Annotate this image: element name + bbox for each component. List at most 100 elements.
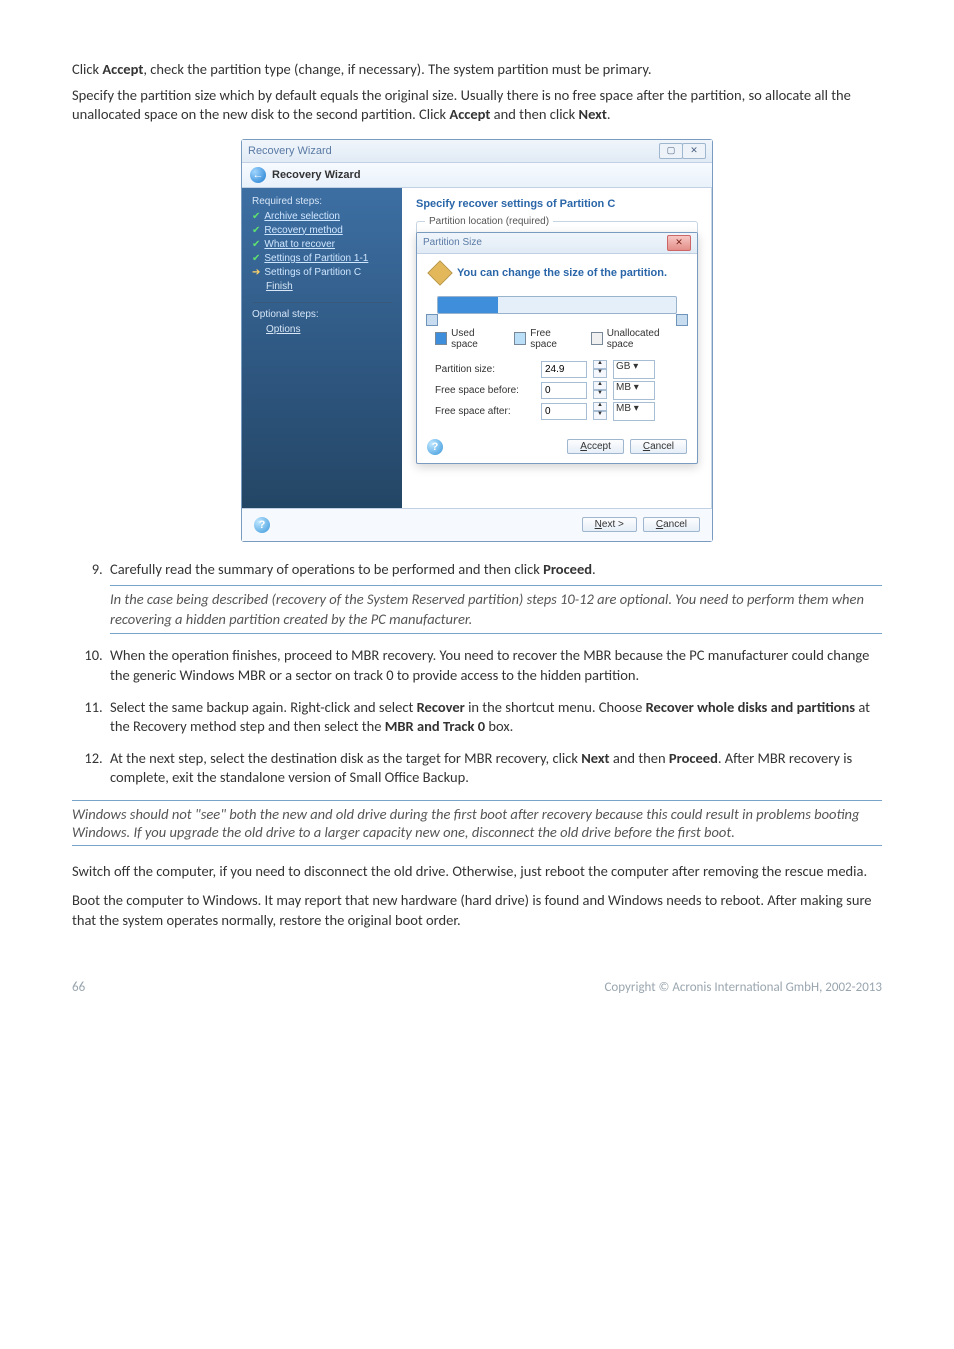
field-label: Free space before:	[435, 385, 535, 396]
dialog-title: Partition Size	[423, 237, 482, 248]
wizard-footer: ? Next > Cancel	[242, 508, 712, 541]
sidebar-item-archive[interactable]: ✔ Archive selection	[252, 211, 392, 222]
accept-button[interactable]: Accept	[567, 439, 624, 454]
recovery-wizard-window: Recovery Wizard ▢ ✕ ← Recovery Wizard Re…	[241, 139, 713, 542]
text: and then click	[490, 105, 578, 123]
spinner[interactable]: ▲▼	[593, 381, 607, 399]
field-label: Free space after:	[435, 406, 535, 417]
dialog-titlebar: Partition Size ✕	[417, 233, 697, 254]
arrow-icon: ➔	[252, 267, 260, 278]
partition-size-dialog: Partition Size ✕ You can change the size…	[416, 232, 698, 464]
check-icon: ✔	[252, 211, 260, 222]
swatch-icon	[591, 332, 603, 345]
dialog-message-text: You can change the size of the partition…	[457, 267, 667, 279]
check-icon: ✔	[252, 239, 260, 250]
sidebar-item-method[interactable]: ✔ Recovery method	[252, 225, 392, 236]
swatch-icon	[435, 332, 447, 345]
text: Select the same backup again. Right-clic…	[110, 698, 417, 716]
check-icon: ✔	[252, 253, 260, 264]
unit-dropdown[interactable]: MB ▾	[613, 402, 655, 421]
text: .	[592, 560, 596, 578]
instruction-list: Carefully read the summary of operations…	[72, 560, 882, 788]
intro-paragraph-1: Click Accept, check the partition type (…	[72, 60, 882, 80]
wizard-sidebar: Required steps: ✔ Archive selection ✔ Reco…	[242, 188, 402, 508]
final-note: Windows should not "see" both the new an…	[72, 800, 882, 846]
free-before-input[interactable]	[541, 382, 587, 399]
spinner[interactable]: ▲▼	[593, 402, 607, 420]
legend-label: Unallocated space	[607, 328, 683, 350]
text: and then	[610, 749, 669, 767]
unit-dropdown[interactable]: MB ▾	[613, 381, 655, 400]
next-button[interactable]: Next >	[582, 517, 637, 532]
step-11: Select the same backup again. Right-clic…	[106, 698, 882, 737]
partition-size-input[interactable]	[541, 361, 587, 378]
unit-dropdown[interactable]: GB ▾	[613, 360, 655, 379]
partition-size-row: Partition size: ▲▼ GB ▾	[435, 360, 683, 379]
sidebar-item-label: What to recover	[264, 239, 335, 250]
swatch-icon	[514, 332, 526, 345]
step-9: Carefully read the summary of operations…	[106, 560, 882, 635]
pane-title: Specify recover settings of Partition C	[416, 198, 698, 210]
maximize-button[interactable]: ▢	[659, 143, 683, 159]
tail-paragraph-1: Switch off the computer, if you need to …	[72, 862, 882, 882]
wizard-main-pane: Specify recover settings of Partition C …	[402, 188, 712, 508]
slider-handle-right[interactable]	[676, 314, 688, 326]
window-titlebar: Recovery Wizard ▢ ✕	[242, 140, 712, 163]
field-label: Partition size:	[435, 364, 535, 375]
kw: Next	[579, 105, 607, 123]
kw: Proceed	[669, 749, 718, 767]
copyright: Copyright © Acronis International GmbH, …	[604, 980, 882, 995]
kw: Accept	[449, 105, 490, 123]
btn-rest: ancel	[650, 441, 674, 452]
tail-paragraph-2: Boot the computer to Windows. It may rep…	[72, 891, 882, 930]
help-icon[interactable]: ?	[427, 439, 443, 455]
kw: Accept	[102, 60, 143, 78]
btn-rest: ccept	[587, 441, 611, 452]
sidebar-item-label: Recovery method	[264, 225, 342, 236]
optional-steps-label: Optional steps:	[252, 309, 392, 320]
step-10: When the operation finishes, proceed to …	[106, 646, 882, 685]
subheader-label: Recovery Wizard	[272, 169, 361, 181]
sidebar-item-options[interactable]: Options	[252, 324, 392, 335]
sidebar-item-label: Settings of Partition 1-1	[264, 253, 368, 264]
dialog-close-button[interactable]: ✕	[667, 235, 691, 251]
text: box.	[485, 717, 513, 735]
window-title: Recovery Wizard	[248, 145, 332, 157]
size-legend: Used space Free space Unallocated space	[435, 328, 683, 350]
kw: Recover whole disks and partitions	[646, 698, 855, 716]
btn-rest: ext >	[602, 519, 624, 530]
sidebar-item-current: ➔Settings of Partition C	[252, 267, 392, 278]
dialog-message: You can change the size of the partition…	[431, 264, 683, 282]
text: At the next step, select the destination…	[110, 749, 581, 767]
free-before-row: Free space before: ▲▼ MB ▾	[435, 381, 683, 400]
spinner[interactable]: ▲▼	[593, 360, 607, 378]
required-steps-label: Required steps:	[252, 196, 392, 207]
step-12: At the next step, select the destination…	[106, 749, 882, 788]
screenshot-figure: Recovery Wizard ▢ ✕ ← Recovery Wizard Re…	[72, 139, 882, 542]
partition-size-slider[interactable]	[437, 296, 677, 314]
text: Click	[72, 60, 102, 78]
text: Carefully read the summary of operations…	[110, 560, 543, 578]
sidebar-item-settings1[interactable]: ✔ Settings of Partition 1-1	[252, 253, 392, 264]
kw: Next	[581, 749, 609, 767]
back-icon[interactable]: ←	[250, 167, 266, 183]
step-9-note: In the case being described (recovery of…	[110, 585, 882, 634]
kw: Proceed	[543, 560, 592, 578]
sidebar-item-finish[interactable]: Finish	[252, 281, 392, 292]
text: , check the partition type (change, if n…	[143, 60, 651, 78]
close-button[interactable]: ✕	[682, 143, 706, 159]
wizard-cancel-button[interactable]: Cancel	[643, 517, 700, 532]
legend-label: Free space	[530, 328, 576, 350]
sidebar-item-label: Options	[266, 324, 300, 335]
text: .	[607, 105, 611, 123]
sidebar-item-label: Archive selection	[264, 211, 340, 222]
free-after-input[interactable]	[541, 403, 587, 420]
slider-handle-left[interactable]	[426, 314, 438, 326]
sidebar-item-label: Finish	[266, 281, 293, 292]
ruler-icon	[427, 260, 452, 285]
sidebar-item-what[interactable]: ✔ What to recover	[252, 239, 392, 250]
help-icon[interactable]: ?	[254, 517, 270, 533]
kw: Recover	[417, 698, 465, 716]
check-icon: ✔	[252, 225, 260, 236]
cancel-button[interactable]: Cancel	[630, 439, 687, 454]
